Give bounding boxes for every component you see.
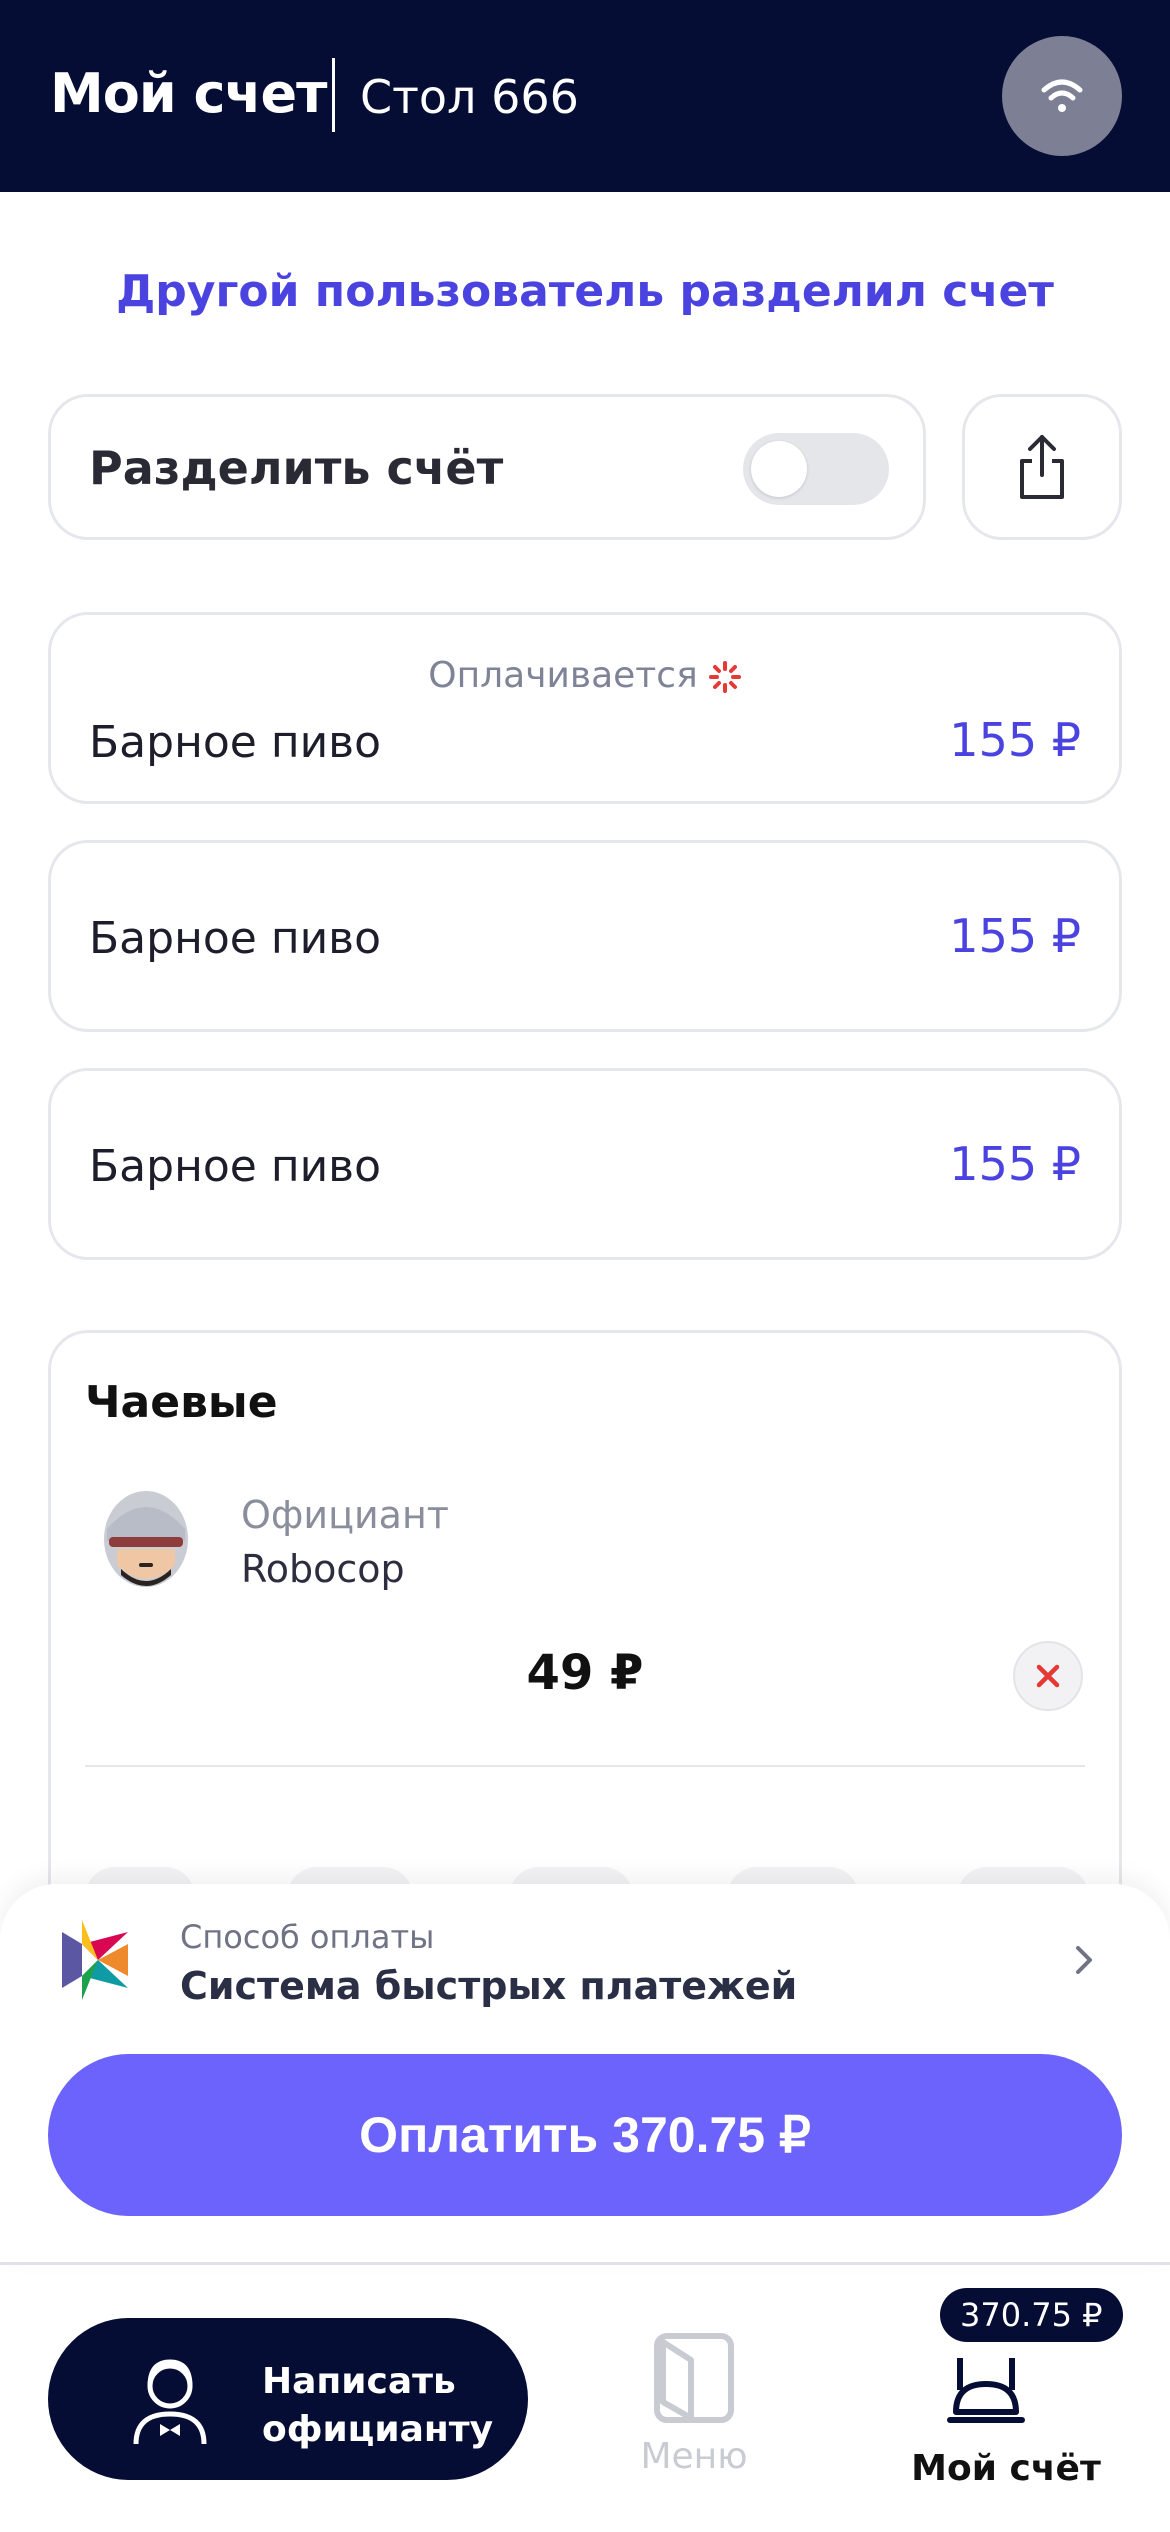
tips-heading: Чаевые (85, 1377, 278, 1428)
bill-item[interactable]: Оплачивается Барное пиво 155 ₽ (48, 612, 1122, 804)
write-waiter-label: Написать официанту (262, 2358, 493, 2454)
tips-card: Чаевые Официант Robocop 49 ₽ (48, 1330, 1122, 1930)
share-button[interactable] (962, 394, 1122, 540)
item-name: Барное пиво (89, 717, 382, 768)
item-price: 155 ₽ (949, 1137, 1081, 1191)
item-price: 155 ₽ (949, 909, 1081, 963)
item-price: 155 ₽ (949, 713, 1081, 767)
close-icon (1036, 1664, 1060, 1688)
sbp-logo-icon (62, 1920, 128, 2000)
tab-menu[interactable]: Меню (636, 2330, 752, 2477)
page-title: Мой счет (50, 62, 327, 125)
waiter-avatar (104, 1491, 188, 1587)
tab-menu-label: Меню (640, 2436, 748, 2477)
bill-total-badge: 370.75 ₽ (940, 2288, 1123, 2342)
tabbar-divider (0, 2262, 1170, 2265)
toggle-knob (751, 441, 807, 497)
write-waiter-line2: официанту (262, 2409, 494, 2450)
waiter-icon (133, 2359, 207, 2445)
item-status: Оплачивается (51, 655, 1119, 696)
split-bill-label: Разделить счёт (89, 441, 504, 495)
write-waiter-button[interactable]: Написать официанту (48, 2318, 528, 2480)
loading-spinner-icon (708, 661, 741, 693)
write-waiter-line1: Написать (262, 2361, 456, 2402)
menu-book-icon (654, 2333, 734, 2423)
pay-button[interactable]: Оплатить 370.75 ₽ (48, 2054, 1122, 2216)
payment-method-value[interactable]: Система быстрых платежей (180, 1964, 797, 2008)
table-number: Стол 666 (360, 70, 579, 124)
wifi-button[interactable] (1002, 36, 1122, 156)
split-notice: Другой пользователь разделил счет (116, 266, 1054, 317)
tips-divider (85, 1765, 1085, 1767)
bill-item[interactable]: Барное пиво 155 ₽ (48, 840, 1122, 1032)
waiter-name: Robocop (241, 1547, 405, 1591)
item-name: Барное пиво (89, 1141, 382, 1192)
tab-my-bill-label: Мой счёт (911, 2448, 1101, 2489)
split-bill-card: Разделить счёт (48, 394, 926, 540)
item-status-text: Оплачивается (428, 655, 698, 696)
tip-amount: 49 ₽ (526, 1645, 644, 1701)
tips-role: Официант (241, 1493, 449, 1537)
remove-tip-button[interactable] (1013, 1641, 1083, 1711)
app-header: Мой счет Стол 666 (0, 0, 1170, 192)
item-name: Барное пиво (89, 913, 382, 964)
bill-cloche-icon (947, 2358, 1025, 2423)
chevron-right-icon[interactable] (1070, 1940, 1098, 1980)
header-divider (332, 58, 335, 132)
wifi-icon (1041, 79, 1083, 112)
split-bill-toggle[interactable] (743, 433, 889, 505)
payment-sheet: Способ оплаты Система быстрых платежей О… (0, 1884, 1170, 2264)
bill-item[interactable]: Барное пиво 155 ₽ (48, 1068, 1122, 1260)
payment-method-label: Способ оплаты (180, 1918, 435, 1956)
share-icon (1020, 435, 1064, 499)
